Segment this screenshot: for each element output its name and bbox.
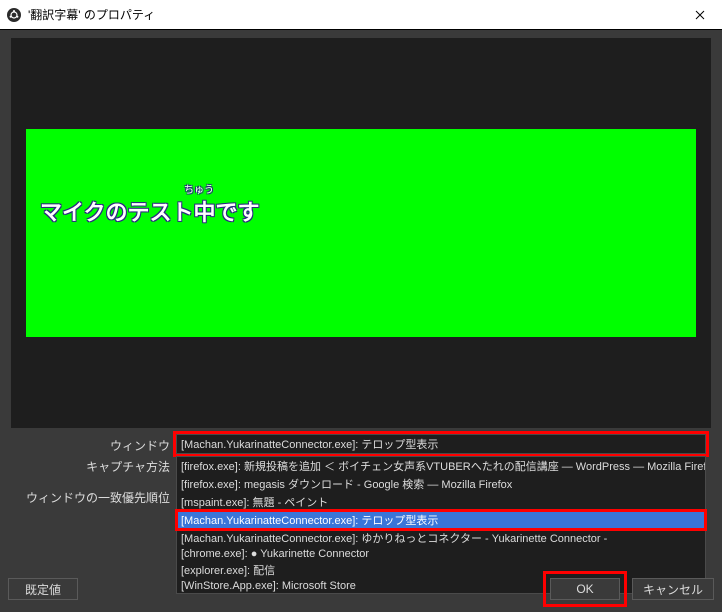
ok-button[interactable]: OK	[550, 578, 620, 600]
dropdown-option[interactable]: [mspaint.exe]: 無題 - ペイント	[177, 493, 705, 511]
label-capture-method: キャプチャ方法	[11, 458, 170, 475]
dropdown-option[interactable]: [firefox.exe]: megasis ダウンロード - Google 検…	[177, 475, 705, 493]
defaults-button[interactable]: 既定値	[8, 578, 78, 600]
properties-form: ウィンドウ [Machan.YukarinatteConnector.exe]:…	[11, 434, 711, 594]
preview-text: マイクのテスト中です	[40, 195, 260, 227]
app-icon	[6, 7, 22, 23]
dialog-footer: 既定値 OK キャンセル	[8, 574, 714, 604]
window-title: '翻訳字幕' のプロパティ	[28, 6, 677, 23]
label-match-priority: ウィンドウの一致優先順位	[11, 489, 170, 506]
preview-area: ちゅう マイクのテスト中です	[11, 38, 711, 428]
ok-highlight: OK	[546, 574, 624, 604]
window-select[interactable]: [Machan.YukarinatteConnector.exe]: テロップ型…	[176, 434, 706, 454]
preview-ruby: ちゅう	[184, 181, 214, 196]
label-window: ウィンドウ	[11, 434, 176, 454]
dropdown-option[interactable]: [firefox.exe]: 新規投稿を追加 ＜ ボイチェン女声系VTUBERへ…	[177, 457, 705, 475]
preview-canvas: ちゅう マイクのテスト中です	[26, 129, 696, 337]
window-select-value: [Machan.YukarinatteConnector.exe]: テロップ型…	[181, 436, 438, 452]
dropdown-option[interactable]: [Machan.YukarinatteConnector.exe]: ゆかりねっ…	[177, 529, 705, 547]
titlebar: '翻訳字幕' のプロパティ	[0, 0, 722, 30]
dropdown-option[interactable]: [chrome.exe]: ● Yukarinette Connector	[177, 547, 705, 561]
dropdown-option[interactable]: [Machan.YukarinatteConnector.exe]: テロップ型…	[177, 511, 705, 529]
row-window: ウィンドウ [Machan.YukarinatteConnector.exe]:…	[11, 434, 711, 454]
cancel-button[interactable]: キャンセル	[632, 578, 714, 600]
content-area: ちゅう マイクのテスト中です ウィンドウ [Machan.Yukarinatte…	[0, 30, 722, 612]
close-button[interactable]	[677, 0, 722, 30]
